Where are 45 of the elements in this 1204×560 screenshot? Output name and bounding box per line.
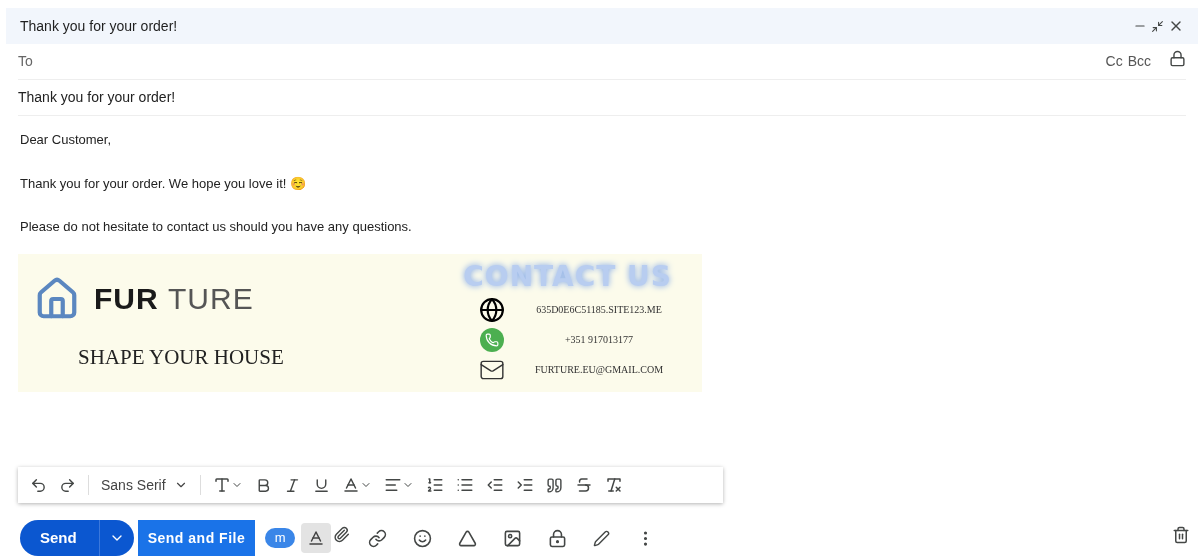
image-icon[interactable]: [503, 528, 523, 548]
indent-more-icon[interactable]: [515, 476, 534, 494]
body-text: Dear Customer,: [20, 131, 112, 149]
formatting-toggle[interactable]: [301, 523, 332, 553]
quote-icon[interactable]: [545, 476, 563, 494]
brand-tagline: SHAPE YOUR HOUSE: [78, 343, 284, 371]
globe-icon: [479, 296, 505, 323]
body-text: Thank you for your order. We hope you love it!: [20, 174, 287, 193]
underline-icon[interactable]: [312, 476, 330, 494]
brand-name: FUR TURE: [94, 281, 254, 317]
subject-field[interactable]: Thank you for your order!: [18, 87, 176, 108]
text-size-icon[interactable]: [212, 476, 231, 494]
exit-fullscreen-icon[interactable]: [1151, 19, 1164, 33]
align-icon[interactable]: [383, 476, 402, 494]
bcc-link[interactable]: Bcc: [1127, 51, 1151, 72]
indent-less-icon[interactable]: [485, 476, 504, 494]
body-text: Please do not hesitate to contact us should you have any questions.: [20, 218, 412, 236]
lock-icon[interactable]: [1169, 49, 1186, 67]
emoji-icon[interactable]: [413, 528, 433, 548]
phone-icon: [480, 327, 504, 352]
emoji-icon: ☺: [290, 173, 307, 193]
numbered-list-icon[interactable]: [425, 476, 444, 494]
attach-icon[interactable]: [333, 526, 351, 543]
text-format-icon: [307, 529, 326, 547]
link-icon[interactable]: [368, 528, 388, 548]
clear-formatting-icon[interactable]: [604, 476, 623, 494]
send-button[interactable]: Send: [20, 520, 100, 556]
delete-icon[interactable]: [1172, 525, 1190, 544]
pen-icon[interactable]: [593, 529, 611, 547]
contact-heading: CONTACT US: [463, 259, 672, 294]
addon-logo[interactable]: m: [265, 528, 296, 548]
contact-text: +351 917013177: [563, 333, 635, 347]
contact-text: FURTURE.EU@GMAIL.COM: [533, 363, 665, 377]
to-label: To: [18, 52, 33, 71]
send-and-file-button[interactable]: Send and File: [137, 520, 256, 556]
undo-icon[interactable]: [30, 476, 47, 494]
font-dropdown[interactable]: Sans Serif: [101, 474, 188, 496]
redo-icon[interactable]: [59, 476, 76, 494]
send-options-button[interactable]: [99, 520, 134, 556]
text-color-icon[interactable]: [341, 476, 360, 494]
strikethrough-icon[interactable]: [574, 476, 593, 494]
window-title: Thank you for your order!: [20, 16, 178, 36]
bulleted-list-icon[interactable]: [455, 476, 474, 494]
contact-text: 635D0E6C51185.SITE123.ME: [535, 303, 663, 317]
cc-link[interactable]: Cc: [1105, 51, 1123, 72]
